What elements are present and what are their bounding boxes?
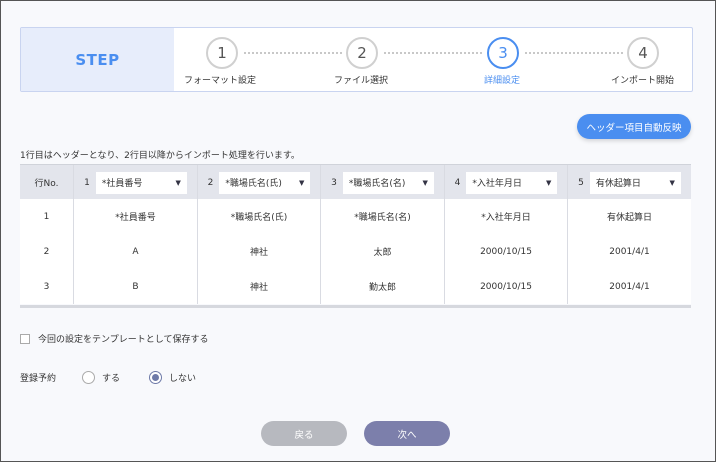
reserve-no-label: しない — [169, 374, 197, 384]
table-cell: *入社年月日 — [445, 199, 568, 234]
step-connector-3 — [525, 52, 623, 54]
row-number: 1 — [20, 199, 74, 234]
step-header: STEP — [21, 28, 174, 91]
chevron-down-icon: ▼ — [669, 178, 675, 187]
step-4-circle: 4 — [627, 37, 659, 69]
table-cell: 2001/4/1 — [609, 246, 650, 257]
reserve-yes-radio[interactable] — [82, 371, 96, 384]
table-cell: 神社 — [198, 269, 321, 304]
table-row: 2 A 神社 太郎 2000/10/15 2001/4/1 — [20, 234, 691, 270]
chevron-down-icon: ▼ — [422, 178, 428, 187]
step-4-label: インポート開始 — [611, 76, 675, 86]
table-horizontal-scrollbar[interactable] — [20, 305, 691, 308]
save-template-option[interactable]: 今回の設定をテンプレートとして保存する — [20, 332, 208, 345]
column-number: 5 — [578, 177, 584, 188]
column-select-1[interactable]: *社員番号 ▼ — [95, 171, 187, 194]
column-header-5: 5 有休起算日 ▼ — [568, 165, 691, 200]
row-number: 2 — [20, 234, 74, 269]
reserve-yes-label: する — [102, 374, 121, 384]
select-value: *社員番号 — [101, 179, 143, 189]
next-button[interactable]: 次へ — [364, 421, 450, 446]
auto-header-button[interactable]: ヘッダー項目自動反映 — [577, 114, 691, 139]
table-cell: 神社 — [198, 234, 321, 269]
table-cell: *職場氏名(氏) — [198, 199, 321, 234]
column-header-1: 1 *社員番号 ▼ — [74, 165, 198, 200]
reservation-group: 登録予約 する しない — [20, 371, 196, 384]
chevron-down-icon: ▼ — [545, 178, 552, 187]
step-3-label: 詳細設定 — [484, 76, 521, 86]
table-header-row: 行No. 1 *社員番号 ▼ 2 *職場氏名(氏) ▼ 3 *職場氏名(名) ▼ 4 … — [20, 164, 691, 200]
table-cell: *職場氏名(名) — [321, 199, 445, 234]
column-number: 4 — [454, 177, 461, 188]
step-indicator: STEP 1 2 3 4 フォーマット設定 ファイル選択 詳細設定 インポート開… — [20, 27, 693, 92]
table-cell: 勤太郎 — [321, 269, 445, 304]
table-cell: 2000/10/15 — [445, 269, 568, 304]
table-cell: *社員番号 — [74, 199, 198, 234]
table-cell: A — [74, 234, 198, 269]
column-number: 1 — [84, 177, 90, 188]
step-2-label: ファイル選択 — [334, 76, 389, 86]
reservation-label: 登録予約 — [20, 374, 57, 384]
column-select-5[interactable]: 有休起算日 ▼ — [589, 171, 681, 194]
table-row: 1 *社員番号 *職場氏名(氏) *職場氏名(名) *入社年月日 有休起算日 — [20, 199, 691, 236]
column-header-3: 3 *職場氏名(名) ▼ — [321, 165, 445, 200]
chevron-down-icon: ▼ — [298, 178, 305, 187]
step-2-circle: 2 — [346, 37, 378, 69]
save-template-label: 今回の設定をテンプレートとして保存する — [38, 335, 209, 345]
column-select-4[interactable]: *入社年月日 ▼ — [466, 171, 558, 194]
select-value: 有休起算日 — [595, 179, 641, 189]
table-cell: 2000/10/15 — [445, 234, 568, 269]
row-number: 3 — [20, 269, 74, 304]
reserve-no-radio[interactable] — [149, 371, 163, 384]
step-connector-1 — [244, 52, 342, 54]
column-header-4: 4 *入社年月日 ▼ — [445, 165, 568, 200]
step-title: STEP — [75, 50, 120, 69]
column-number: 3 — [331, 177, 337, 188]
select-value: *職場氏名(名) — [348, 179, 406, 189]
step-1-circle: 1 — [206, 37, 238, 69]
chevron-down-icon: ▼ — [175, 178, 181, 187]
column-header-2: 2 *職場氏名(氏) ▼ — [198, 165, 321, 200]
table-cell: 太郎 — [321, 234, 445, 269]
column-select-2[interactable]: *職場氏名(氏) ▼ — [219, 171, 311, 194]
step-1-label: フォーマット設定 — [184, 76, 257, 86]
column-select-3[interactable]: *職場氏名(名) ▼ — [342, 171, 434, 194]
column-number: 2 — [207, 177, 214, 188]
row-no-header: 行No. — [20, 165, 74, 200]
select-value: *職場氏名(氏) — [225, 179, 282, 189]
back-button[interactable]: 戻る — [261, 421, 347, 446]
table-row: 3 B 神社 勤太郎 2000/10/15 2001/4/1 — [20, 269, 691, 304]
save-template-checkbox[interactable] — [20, 333, 30, 344]
step-connector-2 — [384, 52, 482, 54]
select-value: *入社年月日 — [472, 179, 522, 189]
step-3-circle: 3 — [487, 37, 519, 69]
table-cell: B — [74, 269, 198, 304]
import-note: 1行目はヘッダーとなり、2行目以降からインポート処理を行います。 — [20, 151, 300, 161]
table-cell: 有休起算日 — [606, 213, 652, 223]
table-cell: 2001/4/1 — [609, 281, 650, 292]
